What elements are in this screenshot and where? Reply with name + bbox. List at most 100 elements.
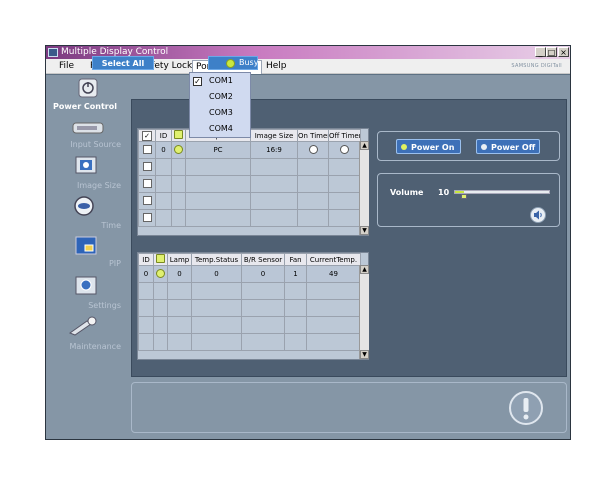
col-header-temp-status[interactable]: Temp.Status [191,253,242,266]
col-header-id[interactable]: ID [138,253,154,266]
volume-fill [455,191,465,193]
select-all-button[interactable]: Select All [92,56,154,70]
cell-lamp: 0 [167,265,192,283]
col-header-br-sensor[interactable]: B/R Sensor [241,253,285,266]
sidebar-item-input-source[interactable]: Input Source [51,115,125,155]
settings-icon [75,276,97,295]
sidebar-item-label: Input Source [70,140,121,149]
on-timer-icon [297,141,329,159]
status-dot-icon [153,265,168,283]
power-control-icon [78,78,98,98]
pip-icon [75,236,97,255]
table-scrollbar[interactable]: ▲ ▼ [359,265,369,359]
table-row[interactable] [138,299,361,317]
col-header-id[interactable]: ID [155,129,172,142]
col-header-status[interactable] [153,253,168,266]
cell-id: 0 [155,141,172,159]
scroll-up-icon[interactable]: ▲ [360,141,369,150]
col-header-image-size[interactable]: Image Size [250,129,298,142]
table-row[interactable] [138,175,361,193]
info-icon [509,391,543,425]
table-row[interactable] [138,158,361,176]
power-on-label: Power On [411,143,455,152]
off-timer-icon [328,141,361,159]
table-row[interactable] [138,316,361,334]
scroll-down-icon[interactable]: ▼ [360,226,369,235]
cell-fan: 1 [284,265,307,283]
cell-input: PC [185,141,251,159]
maintenance-icon [68,316,97,336]
menu-help[interactable]: Help [263,60,290,73]
cell-id: 0 [138,265,154,283]
maximize-button[interactable]: □ [546,47,557,57]
message-area [131,382,567,433]
status-table: ID Lamp Temp.Status B/R Sensor Fan Curre… [137,252,369,360]
sidebar-item-label: Settings [88,301,121,310]
checkmark-icon: ✓ [193,77,202,86]
time-icon [74,196,94,216]
cell-current-temp: 49 [306,265,361,283]
power-off-label: Power Off [491,143,536,152]
speaker-icon[interactable] [530,207,546,223]
cell-image-size: 16:9 [250,141,298,159]
scroll-down-icon[interactable]: ▼ [360,350,369,359]
sidebar-item-label: PIP [108,259,121,268]
power-control-group: Power On Power Off [377,131,560,161]
display-table: ✓ ID Input Image Size On Timer Off Timer… [137,128,369,236]
volume-group: Volume 10 [377,173,560,227]
sidebar-item-label: Power Control [53,102,117,111]
col-header-fan[interactable]: Fan [284,253,307,266]
table-row[interactable] [138,192,361,210]
table-row[interactable] [138,282,361,300]
sidebar-item-power-control[interactable]: Power Control [51,75,125,117]
sidebar-item-time[interactable]: Time [51,195,125,235]
sidebar-item-pip[interactable]: PIP [51,235,125,275]
busy-label: Busy [239,58,259,67]
volume-slider[interactable] [454,190,550,199]
sidebar-item-image-size[interactable]: Image Size [51,155,125,195]
table-header-row: ID Lamp Temp.Status B/R Sensor Fan Curre… [138,253,361,266]
port-option-com3[interactable]: COM3 [209,108,233,117]
volume-value: 10 [438,188,450,197]
col-header-status[interactable] [171,129,186,142]
port-selection-dropdown: ✓ COM1 COM2 COM3 COM4 [189,72,251,138]
sidebar-item-label: Maintenance [69,342,121,351]
power-off-button[interactable]: Power Off [476,139,540,154]
app-window: Multiple Display Control _ □ × File Remo… [45,45,571,440]
cell-temp-status: 0 [191,265,242,283]
row-checkbox[interactable] [138,141,156,159]
table-row[interactable] [138,209,361,227]
volume-label: Volume [390,188,424,197]
scroll-up-icon[interactable]: ▲ [360,265,369,274]
app-icon [48,48,58,57]
menu-file[interactable]: File [56,60,77,73]
brand-logo: SAMSUNG DIGITall [511,63,562,69]
col-header-current-temp[interactable]: CurrentTemp. [306,253,361,266]
power-off-led-icon [481,144,487,150]
sidebar-item-label: Time [101,221,121,230]
power-on-button[interactable]: Power On [396,139,461,154]
col-header-off-timer[interactable]: Off Timer [328,129,361,142]
status-dot-icon [171,141,186,159]
col-header-on-timer[interactable]: On Timer [297,129,329,142]
sidebar-item-label: Image Size [76,181,121,190]
minimize-button[interactable]: _ [535,47,546,57]
image-size-icon [75,156,97,174]
close-button[interactable]: × [558,47,569,57]
sidebar-item-settings[interactable]: Settings [51,275,125,315]
table-scrollbar[interactable]: ▲ ▼ [359,141,369,235]
port-option-com4[interactable]: COM4 [209,124,233,133]
busy-indicator-icon [226,59,235,68]
table-row[interactable]: 0 PC 16:9 [138,141,361,159]
port-option-com1[interactable]: COM1 [209,76,233,85]
power-on-led-icon [401,144,407,150]
table-row[interactable] [138,333,361,351]
input-source-icon [72,122,104,134]
volume-slider-thumb[interactable] [461,194,468,199]
sidebar-item-maintenance[interactable]: Maintenance [51,315,125,355]
cell-br-sensor: 0 [241,265,285,283]
col-header-lamp[interactable]: Lamp [167,253,192,266]
select-all-checkbox[interactable]: ✓ [138,129,156,142]
port-option-com2[interactable]: COM2 [209,92,233,101]
table-row[interactable]: 0 0 0 0 1 49 [138,265,361,283]
